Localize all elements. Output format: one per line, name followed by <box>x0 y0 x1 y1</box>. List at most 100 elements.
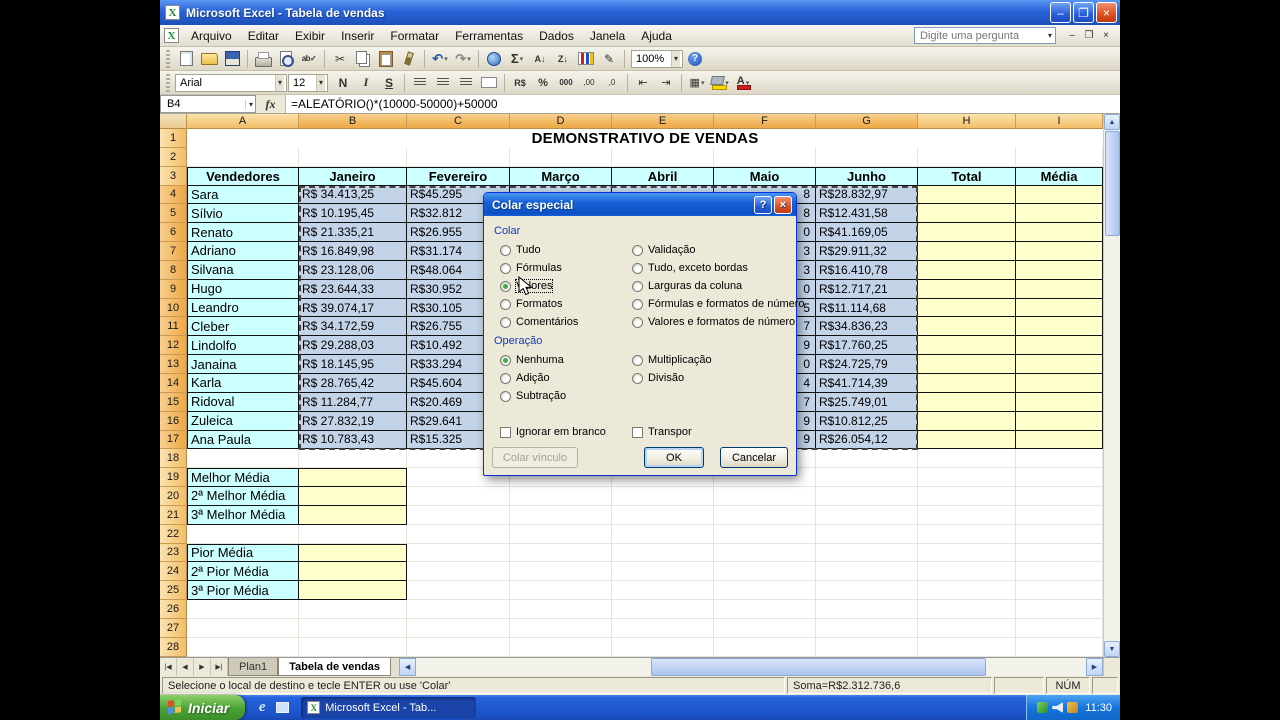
scroll-down-icon[interactable]: ▼ <box>1104 641 1120 657</box>
cell-G21[interactable] <box>816 505 918 525</box>
cell-G17[interactable]: R$26.054,12 <box>816 430 918 450</box>
row-header-20[interactable]: 20 <box>160 487 187 506</box>
checkbox-transpor[interactable]: Transpor <box>632 423 692 441</box>
option-valores[interactable]: Valores <box>500 277 578 295</box>
cell-G9[interactable]: R$12.717,21 <box>816 279 918 299</box>
cell-C3[interactable]: Fevereiro <box>407 166 510 186</box>
cell-F24[interactable] <box>714 562 816 582</box>
cell-A13[interactable]: Janaina <box>187 355 299 374</box>
cell-B23[interactable] <box>299 543 407 563</box>
cell-H19[interactable] <box>918 468 1016 488</box>
cell-A10[interactable]: Leandro <box>187 298 299 318</box>
select-all-corner[interactable] <box>160 114 187 129</box>
option-larguras-da-coluna[interactable]: Larguras da coluna <box>632 277 805 295</box>
zoom-combo[interactable]: 100% ▾ <box>631 49 683 68</box>
cell-G15[interactable]: R$25.749,01 <box>816 392 918 412</box>
cell-I11[interactable] <box>1016 317 1103 337</box>
cell-A22[interactable] <box>187 524 299 544</box>
menu-janela[interactable]: Janela <box>582 25 633 46</box>
cell-F25[interactable] <box>714 581 816 601</box>
cell-A2[interactable] <box>187 147 299 167</box>
menu-inserir[interactable]: Inserir <box>333 25 382 46</box>
cell-C26[interactable] <box>407 600 510 619</box>
cell-A12[interactable]: Lindolfo <box>187 336 299 356</box>
option-f-rmulas[interactable]: Fórmulas <box>500 259 578 277</box>
increase-indent-icon[interactable]: ⇥ <box>655 73 677 93</box>
tab-nav-icon-0[interactable]: |◀ <box>160 658 177 676</box>
align-center-icon[interactable] <box>432 73 454 93</box>
redo-icon[interactable]: ↷ ▾ <box>452 49 474 69</box>
cell-G5[interactable]: R$12.431,58 <box>816 204 918 224</box>
start-button[interactable]: Iniciar <box>160 695 246 720</box>
row-header-22[interactable]: 22 <box>160 524 187 544</box>
cell-G23[interactable] <box>816 543 918 563</box>
cell-G20[interactable] <box>816 487 918 506</box>
row-header-28[interactable]: 28 <box>160 637 187 657</box>
row-header-15[interactable]: 15 <box>160 392 187 412</box>
cell-C2[interactable] <box>407 147 510 167</box>
cell-H6[interactable] <box>918 223 1016 243</box>
maximize-button[interactable]: ❐ <box>1073 2 1094 23</box>
cell-F2[interactable] <box>714 147 816 167</box>
cell-H20[interactable] <box>918 487 1016 506</box>
save-icon[interactable] <box>221 49 243 69</box>
cell-I24[interactable] <box>1016 562 1103 582</box>
undo-icon[interactable]: ↶ ▾ <box>429 49 451 69</box>
open-folder-icon[interactable] <box>198 49 220 69</box>
cell-B3[interactable]: Janeiro <box>299 166 407 186</box>
horizontal-scroll-thumb[interactable] <box>650 658 986 676</box>
option-coment-rios[interactable]: Comentários <box>500 313 578 331</box>
paste-icon[interactable] <box>375 49 397 69</box>
cell-G27[interactable] <box>816 618 918 638</box>
cell-B21[interactable] <box>299 505 407 525</box>
column-header-C[interactable]: C <box>407 114 510 129</box>
cell-H5[interactable] <box>918 204 1016 224</box>
font-color-icon[interactable]: A ▾ <box>732 73 754 93</box>
cell-G16[interactable]: R$10.812,25 <box>816 411 918 431</box>
cell-I6[interactable] <box>1016 223 1103 243</box>
autosum-icon[interactable]: Σ ▾ <box>506 49 528 69</box>
cell-I15[interactable] <box>1016 392 1103 412</box>
cell-B13[interactable]: R$ 18.145,95 <box>299 355 407 374</box>
cell-I19[interactable] <box>1016 468 1103 488</box>
cell-A7[interactable]: Adriano <box>187 242 299 261</box>
comma-style-icon[interactable]: 000 <box>555 73 577 93</box>
cell-A25[interactable]: 3ª Pior Média <box>187 581 299 601</box>
cell-I26[interactable] <box>1016 600 1103 619</box>
cell-G12[interactable]: R$17.760,25 <box>816 336 918 356</box>
cell-B8[interactable]: R$ 23.128,06 <box>299 260 407 280</box>
cell-I22[interactable] <box>1016 524 1103 544</box>
cell-D20[interactable] <box>510 487 612 506</box>
ok-button[interactable]: OK <box>644 447 704 468</box>
cell-C28[interactable] <box>407 637 510 657</box>
row-header-10[interactable]: 10 <box>160 298 187 318</box>
cell-I5[interactable] <box>1016 204 1103 224</box>
cell-H15[interactable] <box>918 392 1016 412</box>
dialog-help-icon[interactable]: ? <box>754 195 772 214</box>
cell-G2[interactable] <box>816 147 918 167</box>
cell-A20[interactable]: 2ª Melhor Média <box>187 487 299 506</box>
scroll-left-icon[interactable]: ◀ <box>399 658 417 676</box>
column-header-G[interactable]: G <box>816 114 918 129</box>
cell-A17[interactable]: Ana Paula <box>187 430 299 450</box>
cell-G28[interactable] <box>816 637 918 657</box>
cell-D24[interactable] <box>510 562 612 582</box>
cell-B7[interactable]: R$ 16.849,98 <box>299 242 407 261</box>
cell-A4[interactable]: Sara <box>187 185 299 205</box>
cell-D28[interactable] <box>510 637 612 657</box>
row-header-8[interactable]: 8 <box>160 260 187 280</box>
underline-icon[interactable]: S <box>378 73 400 93</box>
internet-explorer-icon[interactable]: e <box>253 699 271 717</box>
option-nenhuma[interactable]: Nenhuma <box>500 351 566 369</box>
cell-I12[interactable] <box>1016 336 1103 356</box>
cell-H13[interactable] <box>918 355 1016 374</box>
cell-D3[interactable]: Março <box>510 166 612 186</box>
cell-A14[interactable]: Karla <box>187 373 299 393</box>
option-divis-o[interactable]: Divisão <box>632 369 712 387</box>
option-tudo[interactable]: Tudo <box>500 241 578 259</box>
cell-I14[interactable] <box>1016 373 1103 393</box>
row-header-21[interactable]: 21 <box>160 505 187 525</box>
cell-C22[interactable] <box>407 524 510 544</box>
cell-A11[interactable]: Cleber <box>187 317 299 337</box>
cell-B11[interactable]: R$ 34.172,59 <box>299 317 407 337</box>
